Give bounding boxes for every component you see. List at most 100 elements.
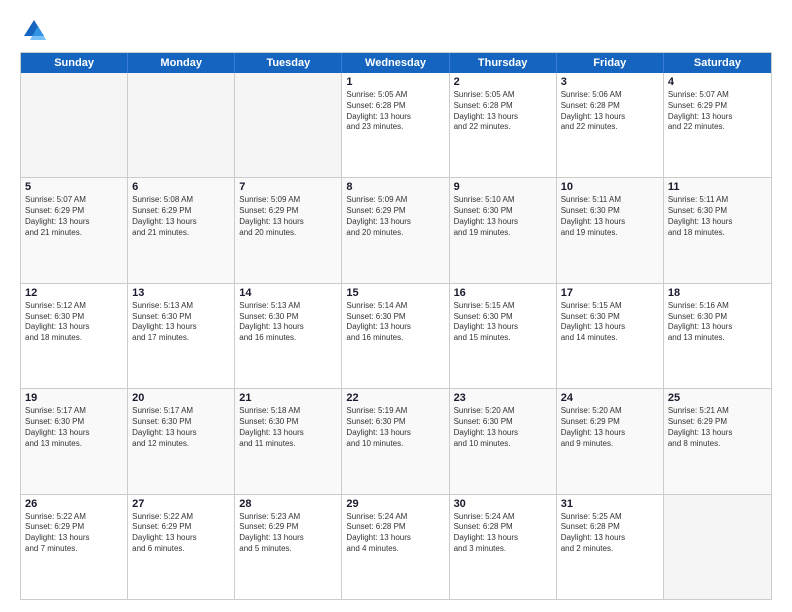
day-info: Sunrise: 5:22 AM Sunset: 6:29 PM Dayligh…	[25, 512, 123, 555]
day-number: 20	[132, 392, 230, 404]
day-number: 31	[561, 498, 659, 510]
day-info: Sunrise: 5:15 AM Sunset: 6:30 PM Dayligh…	[561, 301, 659, 344]
calendar-cell-8: 8Sunrise: 5:09 AM Sunset: 6:29 PM Daylig…	[342, 178, 449, 282]
calendar-cell-12: 12 Sunrise: 5:12 AM Sunset: 6:30 PM Dayli…	[21, 284, 128, 388]
day-number: 15	[346, 287, 444, 299]
day-number: 9	[454, 181, 552, 193]
day-info: Sunrise: 5:16 AM Sunset: 6:30 PM Dayligh…	[668, 301, 767, 344]
day-info: Sunrise: 5:07 AM Sunset: 6:29 PM Dayligh…	[668, 90, 767, 133]
day-info: Sunrise: 5:05 AM Sunset: 6:28 PM Dayligh…	[346, 90, 444, 133]
day-number: 19	[25, 392, 123, 404]
day-info: Sunrise: 5:19 AM Sunset: 6:30 PM Dayligh…	[346, 406, 444, 449]
day-info: Sunrise: 5:15 AM Sunset: 6:30 PM Dayligh…	[454, 301, 552, 344]
day-info: Sunrise: 5:22 AM Sunset: 6:29 PM Dayligh…	[132, 512, 230, 555]
day-info: Sunrise: 5:09 AM Sunset: 6:29 PM Dayligh…	[239, 195, 337, 238]
day-info: Sunrise: 5:23 AM Sunset: 6:29 PM Dayligh…	[239, 512, 337, 555]
day-number: 6	[132, 181, 230, 193]
calendar-cell-9: 9 Sunrise: 5:10 AM Sunset: 6:30 PM Daylig…	[450, 178, 557, 282]
day-number: 11	[668, 181, 767, 193]
day-info: Sunrise: 5:12 AM Sunset: 6:30 PM Dayligh…	[25, 301, 123, 344]
header	[20, 16, 772, 44]
calendar-cell-19: 19 Sunrise: 5:17 AM Sunset: 6:30 PM Dayli…	[21, 389, 128, 493]
weekday-header-wednesday: Wednesday	[342, 53, 449, 73]
logo-icon	[20, 16, 48, 44]
day-info: Sunrise: 5:18 AM Sunset: 6:30 PM Dayligh…	[239, 406, 337, 449]
calendar-cell-25: 25 Sunrise: 5:21 AM Sunset: 6:29 PM Dayli…	[664, 389, 771, 493]
calendar: SundayMondayTuesdayWednesdayThursdayFrid…	[20, 52, 772, 600]
day-number: 4	[668, 76, 767, 88]
calendar-cell-18: 18 Sunrise: 5:16 AM Sunset: 6:30 PM Dayli…	[664, 284, 771, 388]
day-number: 29	[346, 498, 444, 510]
day-info: Sunrise: 5:25 AM Sunset: 6:28 PM Dayligh…	[561, 512, 659, 555]
calendar-cell-empty-4-6	[664, 495, 771, 599]
calendar-cell-16: 16 Sunrise: 5:15 AM Sunset: 6:30 PM Dayli…	[450, 284, 557, 388]
calendar-week-2: 5 Sunrise: 5:07 AM Sunset: 6:29 PM Daylig…	[21, 178, 771, 283]
logo	[20, 16, 52, 44]
calendar-cell-10: 10 Sunrise: 5:11 AM Sunset: 6:30 PM Dayli…	[557, 178, 664, 282]
weekday-header-sunday: Sunday	[21, 53, 128, 73]
day-info: Sunrise: 5:13 AM Sunset: 6:30 PM Dayligh…	[132, 301, 230, 344]
day-info: Sunrise: 5:05 AM Sunset: 6:28 PM Dayligh…	[454, 90, 552, 133]
day-number: 10	[561, 181, 659, 193]
day-info: Sunrise: 5:08 AM Sunset: 6:29 PM Dayligh…	[132, 195, 230, 238]
day-info: Sunrise: 5:20 AM Sunset: 6:29 PM Dayligh…	[561, 406, 659, 449]
page: SundayMondayTuesdayWednesdayThursdayFrid…	[0, 0, 792, 612]
calendar-cell-2: 2 Sunrise: 5:05 AM Sunset: 6:28 PM Daylig…	[450, 73, 557, 177]
day-number: 16	[454, 287, 552, 299]
day-number: 23	[454, 392, 552, 404]
day-number: 25	[668, 392, 767, 404]
day-number: 5	[25, 181, 123, 193]
calendar-header: SundayMondayTuesdayWednesdayThursdayFrid…	[21, 53, 771, 73]
calendar-cell-23: 23 Sunrise: 5:20 AM Sunset: 6:30 PM Dayli…	[450, 389, 557, 493]
day-number: 7	[239, 181, 337, 193]
calendar-cell-31: 31 Sunrise: 5:25 AM Sunset: 6:28 PM Dayli…	[557, 495, 664, 599]
weekday-header-saturday: Saturday	[664, 53, 771, 73]
day-number: 24	[561, 392, 659, 404]
day-number: 22	[346, 392, 444, 404]
day-number: 17	[561, 287, 659, 299]
calendar-week-4: 19 Sunrise: 5:17 AM Sunset: 6:30 PM Dayli…	[21, 389, 771, 494]
day-number: 18	[668, 287, 767, 299]
calendar-cell-26: 26 Sunrise: 5:22 AM Sunset: 6:29 PM Dayli…	[21, 495, 128, 599]
calendar-week-1: 1 Sunrise: 5:05 AM Sunset: 6:28 PM Daylig…	[21, 73, 771, 178]
calendar-cell-17: 17 Sunrise: 5:15 AM Sunset: 6:30 PM Dayli…	[557, 284, 664, 388]
calendar-cell-30: 30 Sunrise: 5:24 AM Sunset: 6:28 PM Dayli…	[450, 495, 557, 599]
calendar-body: 1 Sunrise: 5:05 AM Sunset: 6:28 PM Daylig…	[21, 73, 771, 599]
day-number: 14	[239, 287, 337, 299]
day-info: Sunrise: 5:17 AM Sunset: 6:30 PM Dayligh…	[25, 406, 123, 449]
day-number: 3	[561, 76, 659, 88]
day-number: 28	[239, 498, 337, 510]
day-number: 26	[25, 498, 123, 510]
weekday-header-tuesday: Tuesday	[235, 53, 342, 73]
day-info: Sunrise: 5:21 AM Sunset: 6:29 PM Dayligh…	[668, 406, 767, 449]
day-info: Sunrise: 5:17 AM Sunset: 6:30 PM Dayligh…	[132, 406, 230, 449]
day-info: Sunrise: 5:24 AM Sunset: 6:28 PM Dayligh…	[346, 512, 444, 555]
day-number: 12	[25, 287, 123, 299]
day-number: 13	[132, 287, 230, 299]
day-number: 2	[454, 76, 552, 88]
day-number: 27	[132, 498, 230, 510]
day-info: Sunrise: 5:11 AM Sunset: 6:30 PM Dayligh…	[668, 195, 767, 238]
calendar-cell-15: 15 Sunrise: 5:14 AM Sunset: 6:30 PM Dayli…	[342, 284, 449, 388]
day-info: Sunrise: 5:14 AM Sunset: 6:30 PM Dayligh…	[346, 301, 444, 344]
day-info: Sunrise: 5:24 AM Sunset: 6:28 PM Dayligh…	[454, 512, 552, 555]
day-info: Sunrise: 5:10 AM Sunset: 6:30 PM Dayligh…	[454, 195, 552, 238]
day-info: Sunrise: 5:20 AM Sunset: 6:30 PM Dayligh…	[454, 406, 552, 449]
calendar-cell-20: 20 Sunrise: 5:17 AM Sunset: 6:30 PM Dayli…	[128, 389, 235, 493]
day-info: Sunrise: 5:11 AM Sunset: 6:30 PM Dayligh…	[561, 195, 659, 238]
calendar-cell-29: 29 Sunrise: 5:24 AM Sunset: 6:28 PM Dayli…	[342, 495, 449, 599]
day-info: Sunrise: 5:06 AM Sunset: 6:28 PM Dayligh…	[561, 90, 659, 133]
calendar-cell-4: 4 Sunrise: 5:07 AM Sunset: 6:29 PM Daylig…	[664, 73, 771, 177]
calendar-cell-empty-0-1	[128, 73, 235, 177]
calendar-cell-11: 11 Sunrise: 5:11 AM Sunset: 6:30 PM Dayli…	[664, 178, 771, 282]
calendar-week-3: 12 Sunrise: 5:12 AM Sunset: 6:30 PM Dayli…	[21, 284, 771, 389]
day-info: Sunrise: 5:07 AM Sunset: 6:29 PM Dayligh…	[25, 195, 123, 238]
calendar-cell-13: 13 Sunrise: 5:13 AM Sunset: 6:30 PM Dayli…	[128, 284, 235, 388]
calendar-cell-22: 22 Sunrise: 5:19 AM Sunset: 6:30 PM Dayli…	[342, 389, 449, 493]
day-number: 1	[346, 76, 444, 88]
calendar-cell-empty-0-2	[235, 73, 342, 177]
calendar-cell-7: 7 Sunrise: 5:09 AM Sunset: 6:29 PM Daylig…	[235, 178, 342, 282]
calendar-cell-1: 1 Sunrise: 5:05 AM Sunset: 6:28 PM Daylig…	[342, 73, 449, 177]
day-number: 30	[454, 498, 552, 510]
calendar-cell-3: 3 Sunrise: 5:06 AM Sunset: 6:28 PM Daylig…	[557, 73, 664, 177]
